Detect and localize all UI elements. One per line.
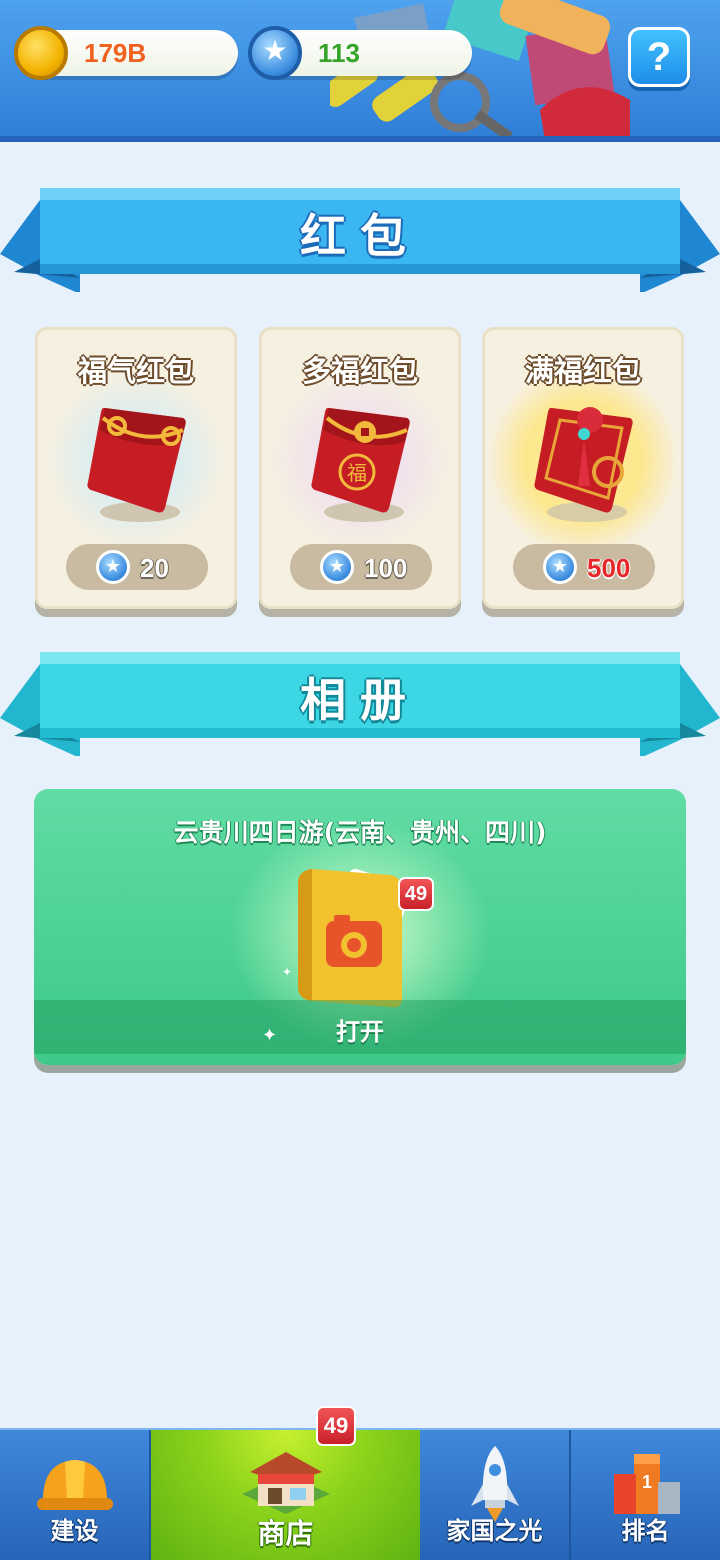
star-gem-icon: ★ [96, 550, 130, 584]
price-tag: ★ 500 [513, 544, 655, 590]
nav-label: 家国之光 [446, 1517, 543, 1545]
star-gem-icon: ★ [248, 26, 302, 80]
open-album-button[interactable]: 打开 [34, 1012, 686, 1047]
price-tag: ★ 20 [66, 544, 208, 590]
red-envelope-fu-icon: 福 [311, 407, 410, 522]
sparkle-icon: ✦ [262, 1025, 278, 1046]
bottom-navigation: 建设 商店 家国之光 1 排名 [0, 1428, 720, 1560]
album-section-title: 相册 [300, 673, 420, 727]
gem-amount: 113 [318, 38, 360, 68]
sparkle-icon: ✦ [282, 965, 293, 979]
nav-item-shop[interactable]: 商店 [151, 1430, 420, 1560]
nav-item-homeland[interactable]: 家国之光 [420, 1430, 571, 1560]
red-envelope-card-fuqi[interactable]: 福气红包 ★ 20 [35, 327, 237, 609]
gem-counter: ★ 113 [248, 26, 472, 80]
coin-counter: 179B [14, 26, 238, 80]
red-envelope-knot-icon [534, 407, 633, 522]
album-card[interactable]: 云贵川四日游(云南、贵州、四川) 49 打开 ✦ ✦ [34, 789, 686, 1065]
nav-label: 排名 [621, 1517, 670, 1545]
svg-text:1: 1 [641, 1472, 651, 1492]
red-envelope-icon [87, 407, 186, 522]
nav-label: 商店 [257, 1517, 314, 1550]
card-title: 满福红包 [524, 354, 641, 388]
red-envelope-card-manfu[interactable]: 满福红包 ★ 500 [482, 327, 684, 609]
svg-text:福: 福 [347, 461, 367, 485]
shop-notification-badge: 49 [316, 1406, 356, 1446]
coin-icon [14, 26, 68, 80]
price-amount: 100 [364, 553, 408, 583]
ranking-podium-icon: 1 [613, 1454, 680, 1514]
top-bar: 179B ★ 113 ? [0, 0, 720, 142]
album-banner: 相册 [0, 646, 720, 756]
star-gem-icon: ★ [543, 550, 577, 584]
nav-label: 建设 [50, 1517, 99, 1545]
red-envelope-section-title: 红包 [300, 209, 420, 263]
nav-item-ranking[interactable]: 1 排名 [571, 1430, 720, 1560]
price-amount: 500 [587, 553, 631, 583]
card-title: 福气红包 [77, 354, 194, 388]
price-amount: 20 [140, 553, 169, 583]
album-title: 云贵川四日游(云南、贵州、四川) [173, 818, 547, 847]
open-album-bar[interactable]: 打开 [34, 1000, 686, 1054]
coin-amount: 179B [84, 38, 147, 68]
price-tag: ★ 100 [290, 544, 432, 590]
help-button[interactable]: ? [628, 27, 690, 87]
nav-item-build[interactable]: 建设 [0, 1430, 151, 1560]
star-gem-icon: ★ [320, 550, 354, 584]
red-envelope-banner: 红包 [0, 182, 720, 292]
card-title: 多福红包 [301, 354, 418, 388]
red-envelope-card-duofu[interactable]: 多福红包 福 ★ 100 [259, 327, 461, 609]
album-count-badge: 49 [398, 877, 434, 911]
